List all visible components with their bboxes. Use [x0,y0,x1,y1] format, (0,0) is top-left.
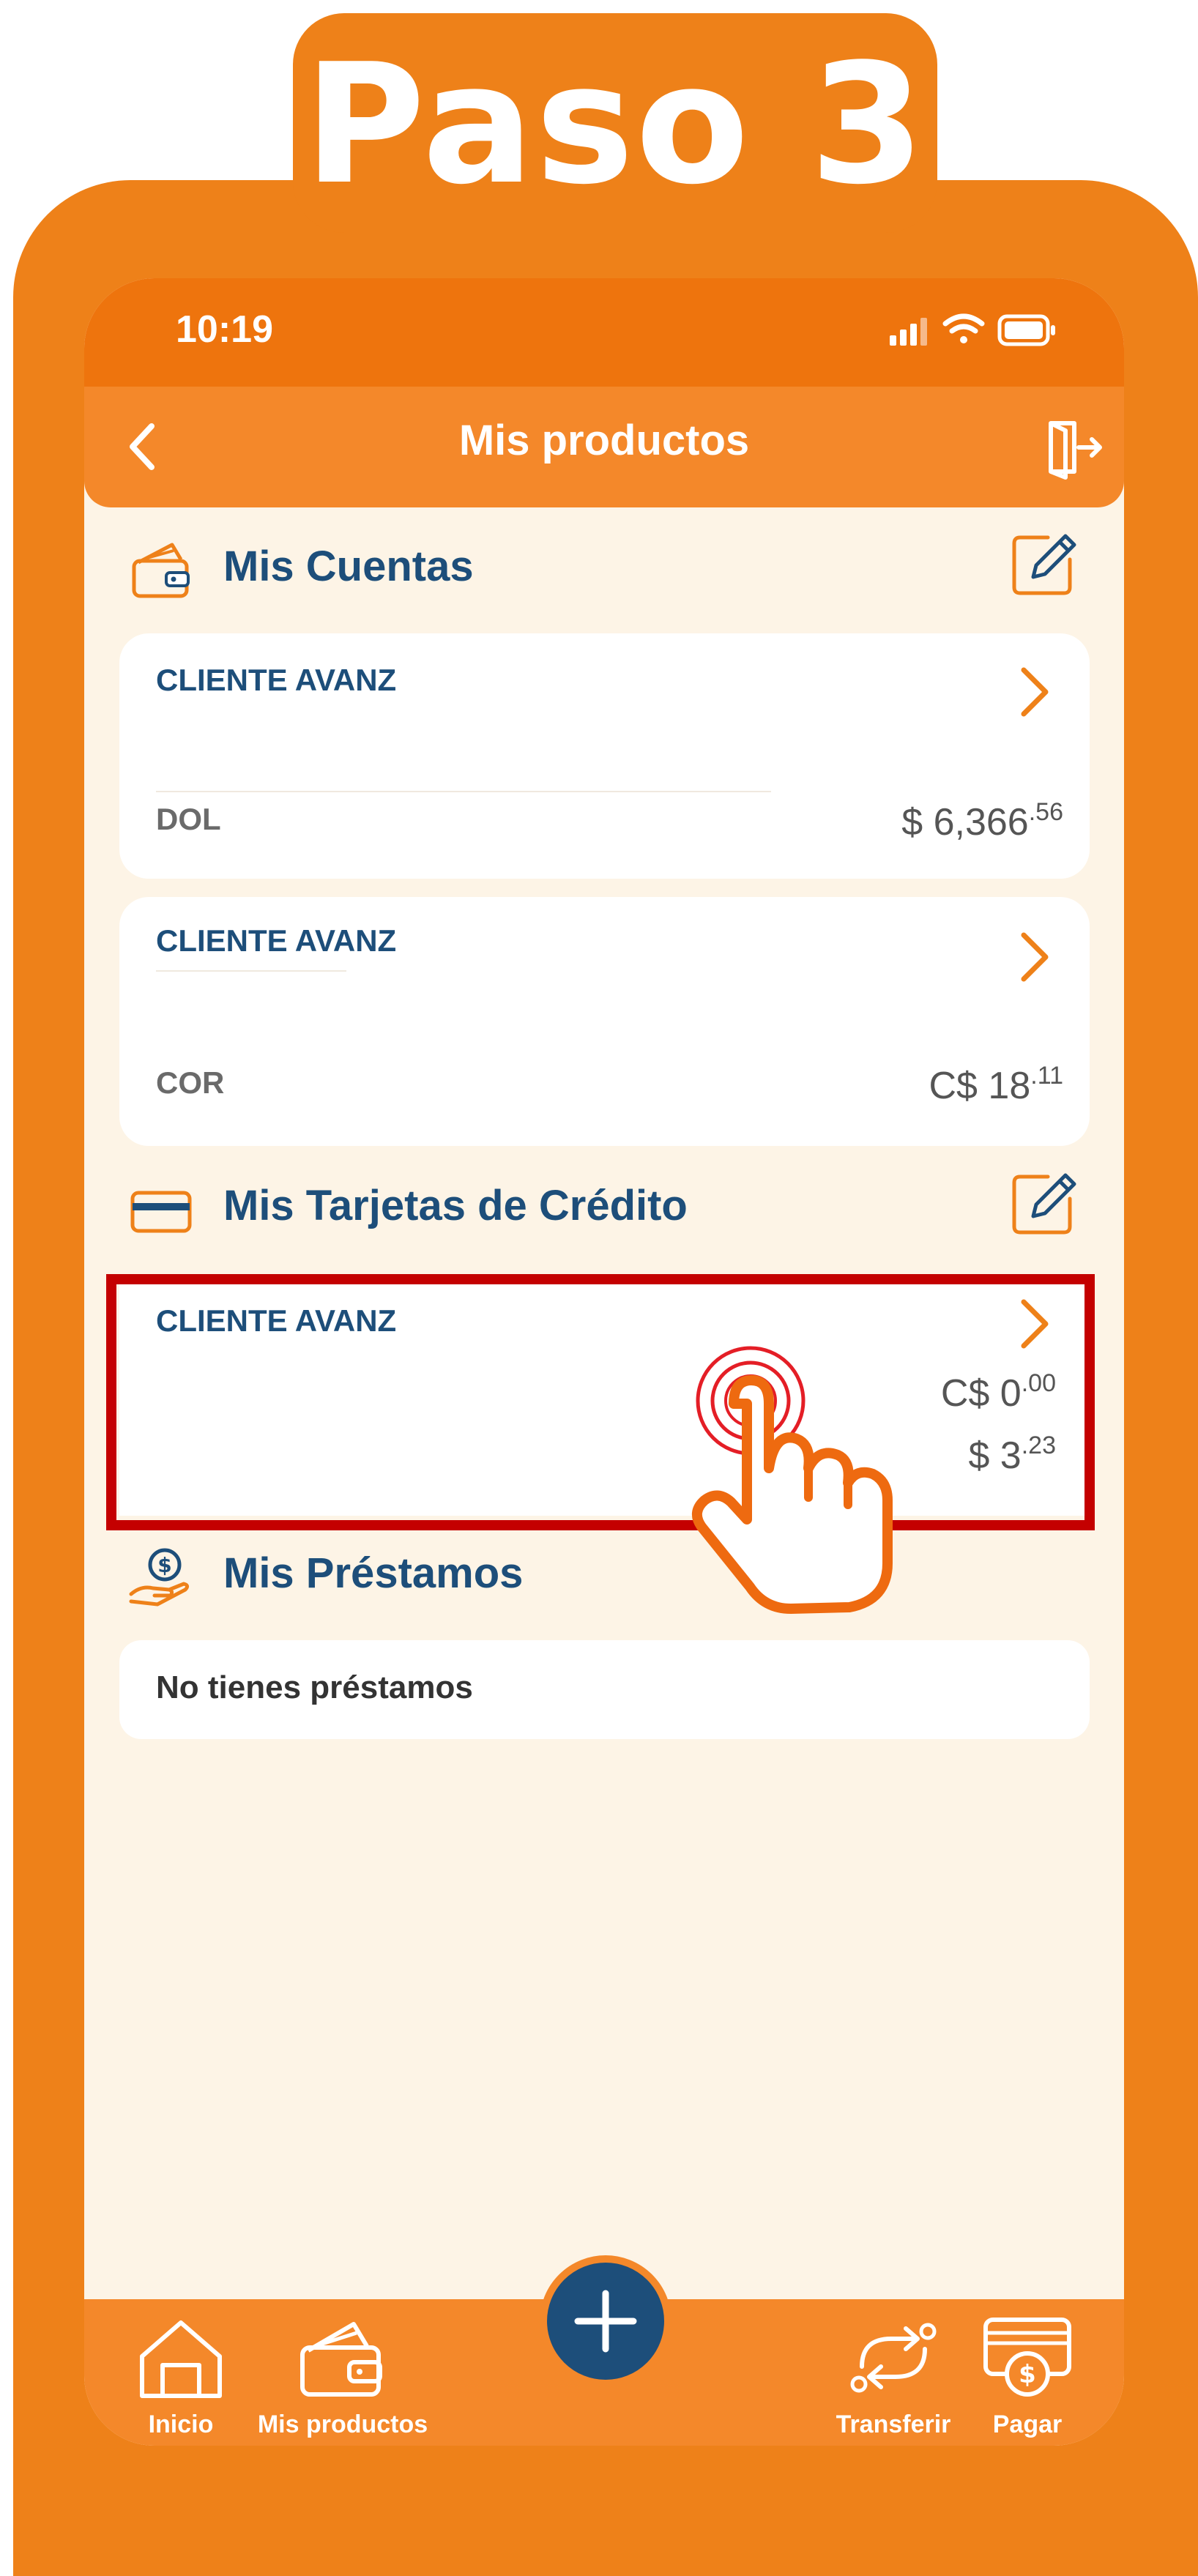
account-balance: C$ 18.11 [929,1062,1063,1108]
edit-icon[interactable] [1007,1166,1080,1240]
section-tarjetas-title: Mis Tarjetas de Crédito [223,1182,688,1229]
balance-main: C$ 18 [929,1065,1031,1107]
account-name: CLIENTE AVANZ [156,663,397,697]
section-tarjetas-header: Mis Tarjetas de Crédito [128,1166,1080,1247]
plus-icon [574,2290,637,2353]
loans-empty-card: No tienes préstamos [119,1640,1090,1739]
svg-text:$: $ [157,1553,171,1577]
home-icon [140,2320,222,2398]
chevron-right-icon [1021,667,1049,717]
account-card[interactable]: CLIENTE AVANZ DOL $ 6,366.56 [119,633,1090,879]
account-balance: $ 6,366.56 [901,798,1063,844]
account-currency: DOL [156,802,221,836]
chevron-right-icon [1021,932,1049,982]
section-cuentas-title: Mis Cuentas [223,543,474,590]
card-divider [156,791,771,792]
balance-cents: .11 [1030,1062,1063,1090]
svg-text:$: $ [1019,2360,1036,2389]
tab-label: Mis productos [257,2411,428,2438]
step-title: Paso 3 [304,29,926,221]
transfer-icon [850,2323,937,2393]
signal-icon [890,318,927,346]
tab-pagar[interactable]: $ Pagar [940,2307,1115,2446]
edit-icon[interactable] [1007,527,1080,600]
highlight-box [106,1274,1095,1530]
tab-label: Inicio [148,2411,214,2438]
pay-icon: $ [983,2318,1071,2397]
tab-inicio[interactable]: Inicio [93,2307,269,2446]
logout-icon[interactable] [1036,414,1102,480]
account-name: CLIENTE AVANZ [156,923,397,958]
section-prestamos-header: $ Mis Préstamos [128,1534,1080,1615]
tab-mis-productos[interactable]: Mis productos [255,2307,431,2446]
balance-cents: .56 [1028,798,1063,826]
wallet-icon [132,543,190,598]
credit-card-icon [130,1191,192,1233]
wifi-icon [942,313,985,343]
account-currency: COR [156,1065,225,1100]
wallet-icon [300,2322,382,2397]
balance-main: $ 6,366 [901,801,1029,844]
battery-icon [997,314,1055,346]
status-bar: 10:19 [84,278,1124,388]
nav-bar: Mis productos [84,387,1124,507]
loan-icon: $ [129,1548,190,1607]
status-time: 10:19 [176,308,273,351]
account-card[interactable]: CLIENTE AVANZ COR C$ 18.11 [119,897,1090,1146]
card-divider [156,970,346,972]
loans-empty-text: No tienes préstamos [156,1669,473,1705]
add-button[interactable] [540,2255,671,2387]
page-title: Mis productos [458,417,750,464]
tab-label: Pagar [992,2411,1063,2438]
section-prestamos-title: Mis Préstamos [223,1549,524,1597]
section-cuentas-header: Mis Cuentas [128,527,1080,608]
tap-hand-icon [692,1346,893,1614]
status-icons [890,313,1055,346]
